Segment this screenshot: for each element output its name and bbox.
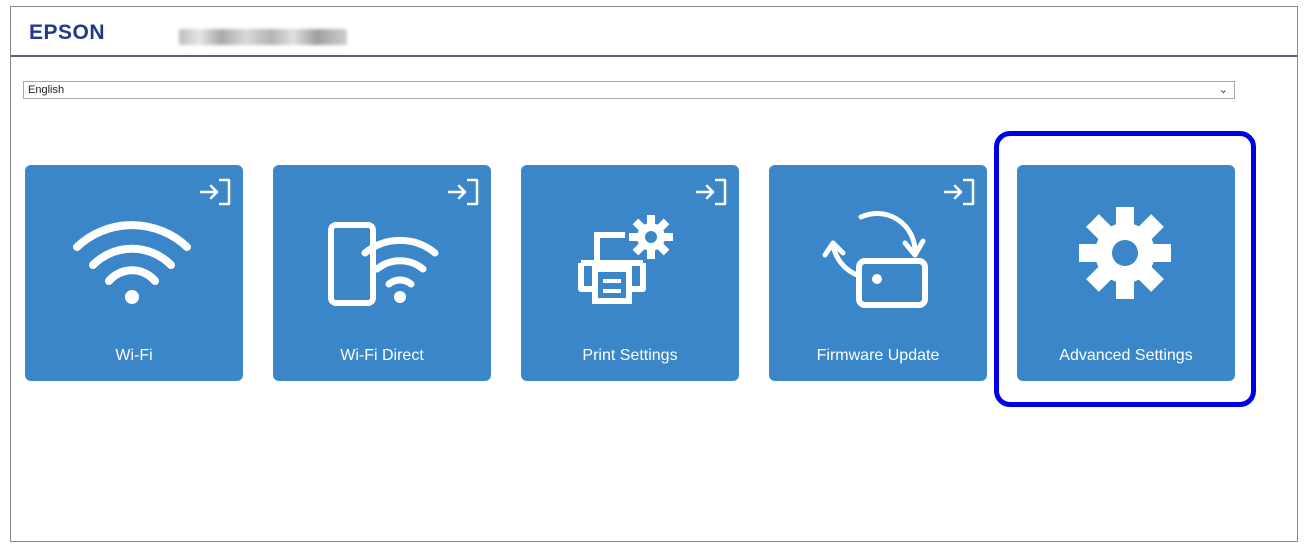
chevron-down-icon: ⌄: [1218, 84, 1228, 96]
login-icon: [943, 178, 975, 206]
model-name-blurred: [179, 29, 347, 45]
login-icon: [447, 178, 479, 206]
wifi-direct-icon: [328, 222, 439, 306]
firmware-update-tile[interactable]: Firmware Update: [769, 165, 987, 381]
wifi-icon: [73, 221, 191, 304]
print-settings-icon: [578, 215, 673, 304]
login-icon: [199, 178, 231, 206]
header: EPSON: [11, 7, 1297, 57]
epson-web-config: EPSON English ⌄ Wi-Fi Wi-Fi Direct Print…: [10, 6, 1298, 542]
firmware-update-icon: [822, 210, 928, 308]
print-settings-tile[interactable]: Print Settings: [521, 165, 739, 381]
wifi-direct-tile[interactable]: Wi-Fi Direct: [273, 165, 491, 381]
language-select[interactable]: English ⌄: [23, 81, 1235, 99]
tile-label: Print Settings: [582, 347, 678, 364]
language-selected: English: [28, 84, 65, 96]
selection-highlight: [994, 131, 1256, 407]
tile-label: Wi-Fi Direct: [340, 347, 424, 364]
login-icon: [695, 178, 727, 206]
wifi-tile[interactable]: Wi-Fi: [25, 165, 243, 381]
epson-logo: EPSON: [29, 21, 106, 44]
tile-label: Firmware Update: [816, 347, 940, 364]
tile-label: Wi-Fi: [115, 347, 153, 364]
